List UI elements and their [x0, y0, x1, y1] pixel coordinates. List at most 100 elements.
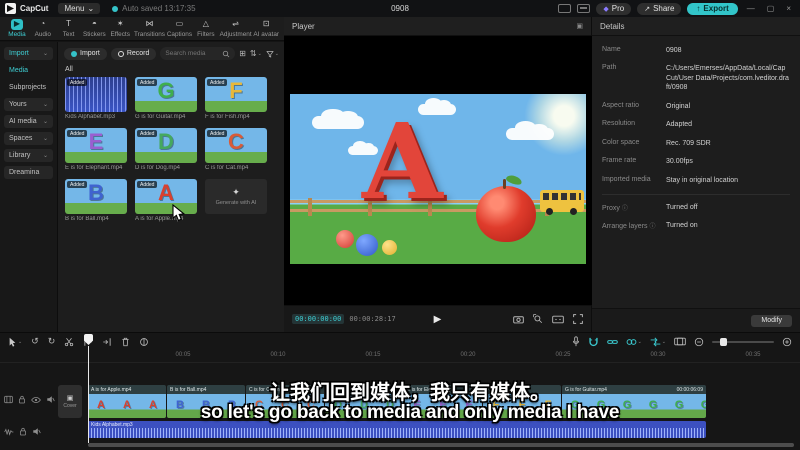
media-item[interactable]: Added A A is for Apple.mp4 [135, 179, 197, 222]
link-icon[interactable] [606, 337, 618, 347]
lock-track-icon[interactable] [19, 427, 27, 436]
sidebar-item-yours[interactable]: Yours ⌄ [4, 98, 53, 111]
clip-filmstrip: EEE [404, 394, 482, 418]
modify-button[interactable]: Modify [751, 314, 792, 327]
delete-icon[interactable] [121, 337, 130, 347]
timeline-ruler[interactable]: 00:05 00:10 00:15 00:20 00:25 00:30 00:35 [0, 350, 800, 363]
timeline-clip[interactable]: D is for Dog.mp4 D D D [325, 385, 403, 418]
timeline-clip[interactable]: G is for Guitar.mp4 00:00:06:09 G G G G G G [562, 385, 706, 418]
ratio-icon[interactable] [552, 315, 564, 324]
tab-label: Captions [166, 31, 193, 38]
close-button[interactable]: × [783, 4, 794, 13]
tab-text[interactable]: T Text [57, 19, 81, 38]
lock-track-icon[interactable] [18, 395, 26, 404]
mute-track-icon[interactable] [46, 395, 55, 404]
trim-right-icon[interactable] [102, 337, 112, 347]
menu-button[interactable]: Menu ⌄ [58, 3, 101, 14]
tab-ai-avatar[interactable]: ⊡ AI avatar [253, 19, 279, 38]
timeline-clip[interactable]: C is for Cat.mp4 C C C [246, 385, 324, 418]
info-icon[interactable]: ⓘ [622, 206, 628, 212]
export-button[interactable]: ↑ Export [687, 2, 738, 15]
media-item[interactable]: Added G G is for Guitar.mp4 [135, 77, 197, 120]
tab-effects[interactable]: ✶ Effects [108, 19, 132, 38]
sidebar-item-subprojects[interactable]: Subprojects [4, 81, 53, 94]
maximize-button[interactable]: ▢ [764, 4, 778, 13]
timeline-scrollbar[interactable] [0, 443, 800, 447]
details-toggle-row: Proxy ⓘ Turned off [602, 203, 790, 212]
split-icon[interactable] [64, 337, 74, 347]
tab-adjustment[interactable]: ⇌ Adjustment [220, 19, 252, 38]
search-input[interactable] [165, 50, 220, 57]
tab-captions[interactable]: ▭ Captions [167, 19, 192, 38]
audio-clip[interactable]: Kids Alphabet.mp3 [88, 421, 706, 438]
grid-view-icon[interactable]: ⊞ [239, 49, 246, 58]
player-stage[interactable]: A [284, 36, 592, 305]
voiceover-mic-icon[interactable] [572, 336, 580, 347]
media-item[interactable]: Added E E is for Elephant.mp4 [65, 128, 127, 171]
record-icon [117, 50, 124, 57]
sidebar-item-media[interactable]: Media [4, 64, 53, 77]
timeline-clip[interactable]: B is for Ball.mp4 B B B [167, 385, 245, 418]
snap-magnet-icon[interactable] [588, 337, 599, 347]
undo-icon[interactable]: ↺ [31, 336, 39, 347]
share-button[interactable]: ↗ Share [637, 2, 682, 15]
media-item[interactable]: Added Kids Alphabet.mp3 [65, 77, 127, 120]
zoom-out-icon[interactable] [694, 337, 704, 347]
info-icon[interactable]: ⓘ [650, 224, 656, 230]
filmstrip-letter: F [544, 399, 552, 411]
panel-expand-icon[interactable]: ▣ [576, 22, 583, 30]
panel-layout-icon[interactable] [577, 4, 591, 13]
media-item[interactable]: Added B B is for Ball.mp4 [65, 179, 127, 222]
fullscreen-icon[interactable] [573, 314, 583, 324]
import-button[interactable]: Import [64, 47, 107, 60]
sort-icon[interactable]: ⇅ ⌄ [250, 49, 262, 58]
preview-zoom-icon[interactable] [533, 314, 543, 324]
sidebar-item-library[interactable]: Library ⌄ [4, 149, 53, 162]
zoom-slider-thumb[interactable] [720, 337, 727, 346]
media-item[interactable]: Added F F is for Fish.mp4 [205, 77, 267, 120]
minimize-button[interactable]: — [744, 4, 758, 13]
pro-button[interactable]: ◆ Pro [596, 2, 632, 15]
record-button[interactable]: Record [110, 47, 157, 60]
cover-button[interactable]: ▣ Cover [58, 385, 82, 418]
generate-with-ai-tile[interactable]: ✦ Generate with AI [205, 179, 267, 214]
timeline-clip[interactable]: A is for Apple.mp4 A A A [88, 385, 166, 418]
filter-icon[interactable]: ⌄ [266, 50, 279, 58]
tab-media[interactable]: ▶ Media [5, 19, 29, 38]
zoom-in-icon[interactable] [782, 337, 792, 347]
timeline-clip[interactable]: F is for Fish.mp4 F F F [483, 385, 561, 418]
cover-frames-icon[interactable] [674, 337, 686, 346]
play-button[interactable]: ▶ [434, 314, 442, 325]
tab-audio[interactable]: ◔ Audio [31, 19, 55, 38]
timeline-zoom-slider[interactable] [712, 337, 774, 346]
snapshot-icon[interactable] [513, 315, 524, 324]
sidebar: Import ⌄ Media Subprojects Yours ⌄ AI media ⌄ Sp… [0, 42, 58, 332]
layout-toggle-icon[interactable] [558, 4, 572, 13]
redo-icon[interactable]: ↻ [48, 336, 56, 347]
sidebar-item-import[interactable]: Import ⌄ [4, 47, 53, 60]
mute-track-icon[interactable] [32, 427, 41, 436]
media-item[interactable]: Added C C is for Cat.mp4 [205, 128, 267, 171]
tab-stickers[interactable]: ◓ Stickers [82, 19, 106, 38]
cloud-graphic [506, 121, 554, 140]
timeline-clip[interactable]: E is for Elephant.mp4 E E E [404, 385, 482, 418]
preview-axis-icon[interactable]: ⌄ [626, 337, 642, 347]
select-tool-icon[interactable]: ⌄ [8, 337, 22, 347]
tab-transitions[interactable]: ⋈ Transitions [134, 19, 165, 38]
filmstrip-letter: A [97, 399, 105, 411]
clip-name: F is for Fish.mp4 [486, 386, 524, 393]
media-item[interactable]: Added D D is for Dog.mp4 [135, 128, 197, 171]
mask-icon[interactable] [139, 337, 149, 347]
cloud-graphic [312, 108, 364, 129]
clip-filmstrip: BBB [167, 394, 245, 418]
mouse-cursor [172, 204, 186, 222]
sidebar-item-ai-media[interactable]: AI media ⌄ [4, 115, 53, 128]
media-search[interactable] [160, 47, 236, 60]
autosave-dot-icon [112, 5, 119, 12]
auto-ripple-icon[interactable]: ⌄ [650, 337, 666, 347]
tab-filters[interactable]: △ Filters [194, 19, 218, 38]
hide-track-icon[interactable] [31, 396, 41, 404]
sidebar-item-spaces[interactable]: Spaces ⌄ [4, 132, 53, 145]
scrollbar-thumb[interactable] [88, 443, 794, 447]
sidebar-item-dreamina[interactable]: Dreamina [4, 166, 53, 179]
